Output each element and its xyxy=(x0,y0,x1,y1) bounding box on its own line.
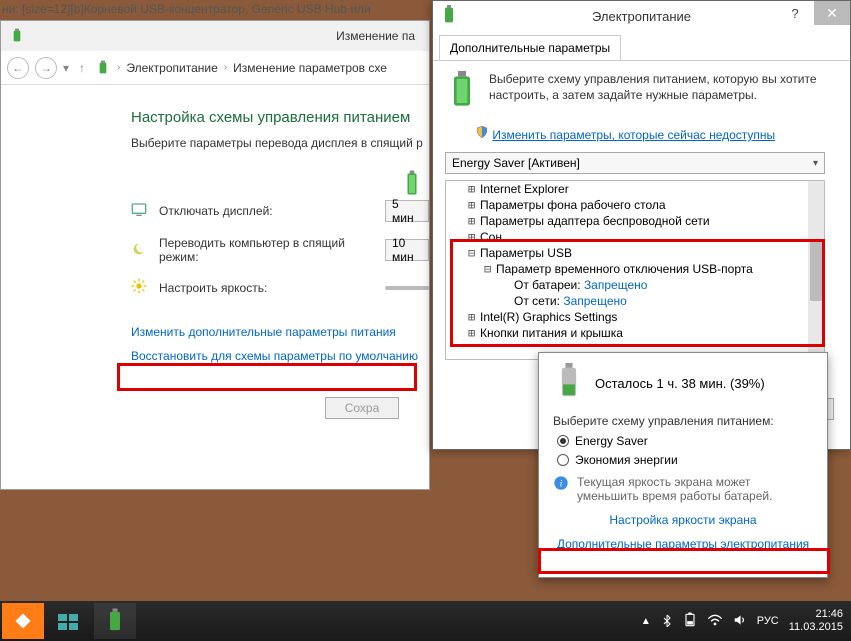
sleep-dropdown[interactable]: 10 мин xyxy=(385,239,429,261)
tray-wifi-icon[interactable] xyxy=(707,613,723,630)
row-label: Отключать дисплей: xyxy=(159,204,375,218)
breadcrumb-item[interactable]: Изменение параметров схе xyxy=(233,61,387,75)
tray-language[interactable]: РУС xyxy=(757,615,779,627)
plan-option-energy-saver[interactable]: Energy Saver xyxy=(553,434,813,448)
brightness-settings-link[interactable]: Настройка яркости экрана xyxy=(553,513,813,527)
taskbar-app[interactable] xyxy=(48,603,90,639)
sun-icon xyxy=(131,278,149,297)
info-icon: i xyxy=(553,475,569,503)
scrollbar[interactable] xyxy=(808,181,824,359)
window-title: Изменение па xyxy=(25,29,421,43)
tab-strip: Дополнительные параметры xyxy=(433,31,850,61)
battery-icon xyxy=(95,60,111,76)
display-off-row: Отключать дисплей: 5 мин xyxy=(131,200,429,222)
dialog-intro: Выберите схему управления питанием, кото… xyxy=(445,71,838,115)
advanced-power-link[interactable]: Изменить дополнительные параметры питани… xyxy=(131,325,429,339)
nav-back-button[interactable]: ← xyxy=(7,57,29,79)
tree-leaf-label: От батареи: xyxy=(514,278,581,292)
chevron-right-icon: › xyxy=(117,62,120,73)
chevron-down-icon[interactable]: ▾ xyxy=(63,61,69,75)
chevron-right-icon: › xyxy=(224,62,227,73)
tree-node-usb-suspend[interactable]: Параметр временного отключения USB-порта xyxy=(496,262,753,276)
tray-clock[interactable]: 21:46 11.03.2015 xyxy=(789,608,843,634)
radio-icon xyxy=(557,454,569,466)
tree-leaf-value[interactable]: Запрещено xyxy=(563,294,626,308)
moon-icon xyxy=(131,241,149,260)
shield-link-row: Изменить параметры, которые сейчас недос… xyxy=(445,125,838,142)
tray-volume-icon[interactable] xyxy=(733,613,747,630)
choose-plan-label: Выберите схему управления питанием: xyxy=(553,414,813,428)
tree-node[interactable]: Intel(R) Graphics Settings xyxy=(480,310,617,324)
restore-defaults-link[interactable]: Восстановить для схемы параметры по умол… xyxy=(131,349,429,363)
dialog-titlebar: Электропитание ? ✕ xyxy=(433,1,850,31)
breadcrumb-item[interactable]: Электропитание xyxy=(126,61,217,75)
change-unavailable-link[interactable]: Изменить параметры, которые сейчас недос… xyxy=(492,128,775,142)
battery-icon xyxy=(441,5,457,28)
tree-node[interactable]: Internet Explorer xyxy=(480,182,569,196)
battery-remaining-text: Осталось 1 ч. 38 мин. (39%) xyxy=(595,376,765,391)
tray-bluetooth-icon[interactable] xyxy=(661,613,673,630)
chevron-down-icon: ▾ xyxy=(813,158,818,169)
settings-tree[interactable]: ⊞Internet Explorer ⊞Параметры фона рабоч… xyxy=(445,180,825,360)
shield-icon xyxy=(475,128,492,142)
battery-icon xyxy=(553,363,585,404)
more-power-options-link[interactable]: Дополнительные параметры электропитания xyxy=(553,537,813,551)
tree-node[interactable]: Кнопки питания и крышка xyxy=(480,326,623,340)
battery-flyout: Осталось 1 ч. 38 мин. (39%) Выберите схе… xyxy=(538,352,828,578)
close-button[interactable]: ✕ xyxy=(814,1,850,25)
monitor-icon xyxy=(131,202,149,221)
page-heading: Настройка схемы управления питанием xyxy=(131,109,429,126)
edit-plan-window: Изменение па ← → ▾ ↑ › Электропитание › … xyxy=(0,20,430,490)
tree-node[interactable]: Параметры адаптера беспроводной сети xyxy=(480,214,710,228)
dialog-title: Электропитание xyxy=(592,9,691,24)
tree-leaf-value[interactable]: Запрещено xyxy=(584,278,647,292)
tray-overflow-icon[interactable]: ▲ xyxy=(641,616,651,627)
taskbar-app-power[interactable] xyxy=(94,603,136,639)
brightness-slider[interactable] xyxy=(385,286,429,290)
tree-node-usb[interactable]: Параметры USB xyxy=(480,246,572,260)
battery-icon xyxy=(403,170,421,200)
brightness-warning: i Текущая яркость экрана может уменьшить… xyxy=(553,475,813,503)
tree-node[interactable]: Сон xyxy=(480,230,502,244)
row-label: Настроить яркость: xyxy=(159,281,375,295)
tree-node[interactable]: Параметры фона рабочего стола xyxy=(480,198,666,212)
tab-advanced[interactable]: Дополнительные параметры xyxy=(439,35,621,60)
display-off-dropdown[interactable]: 5 мин xyxy=(385,200,429,222)
page-subtext: Выберите параметры перевода дисплея в сп… xyxy=(131,136,429,150)
help-button[interactable]: ? xyxy=(778,1,812,25)
tray-battery-icon[interactable] xyxy=(683,612,697,631)
battery-icon xyxy=(445,71,479,115)
brightness-row: Настроить яркость: xyxy=(131,278,429,297)
plan-combobox[interactable]: Energy Saver [Активен] ▾ xyxy=(445,152,825,174)
battery-icon xyxy=(9,28,25,44)
svg-text:i: i xyxy=(560,479,563,489)
tree-leaf-label: От сети: xyxy=(514,294,560,308)
taskbar: ▲ РУС 21:46 11.03.2015 xyxy=(0,601,851,641)
truncated-background-text: ни: [size=12][b]Корневой USB-концентрато… xyxy=(2,2,371,16)
plan-option-economy[interactable]: Экономия энергии xyxy=(553,453,813,467)
system-tray: ▲ РУС 21:46 11.03.2015 xyxy=(641,608,851,634)
row-label: Переводить компьютер в спящий режим: xyxy=(159,236,375,264)
sleep-row: Переводить компьютер в спящий режим: 10 … xyxy=(131,236,429,264)
start-button[interactable] xyxy=(2,603,44,639)
titlebar: Изменение па xyxy=(1,21,429,51)
nav-up-button[interactable]: ↑ xyxy=(75,57,89,79)
radio-icon xyxy=(557,435,569,447)
save-button[interactable]: Сохра xyxy=(325,397,399,419)
breadcrumb-bar: ← → ▾ ↑ › Электропитание › Изменение пар… xyxy=(1,51,429,85)
nav-forward-button[interactable]: → xyxy=(35,57,57,79)
